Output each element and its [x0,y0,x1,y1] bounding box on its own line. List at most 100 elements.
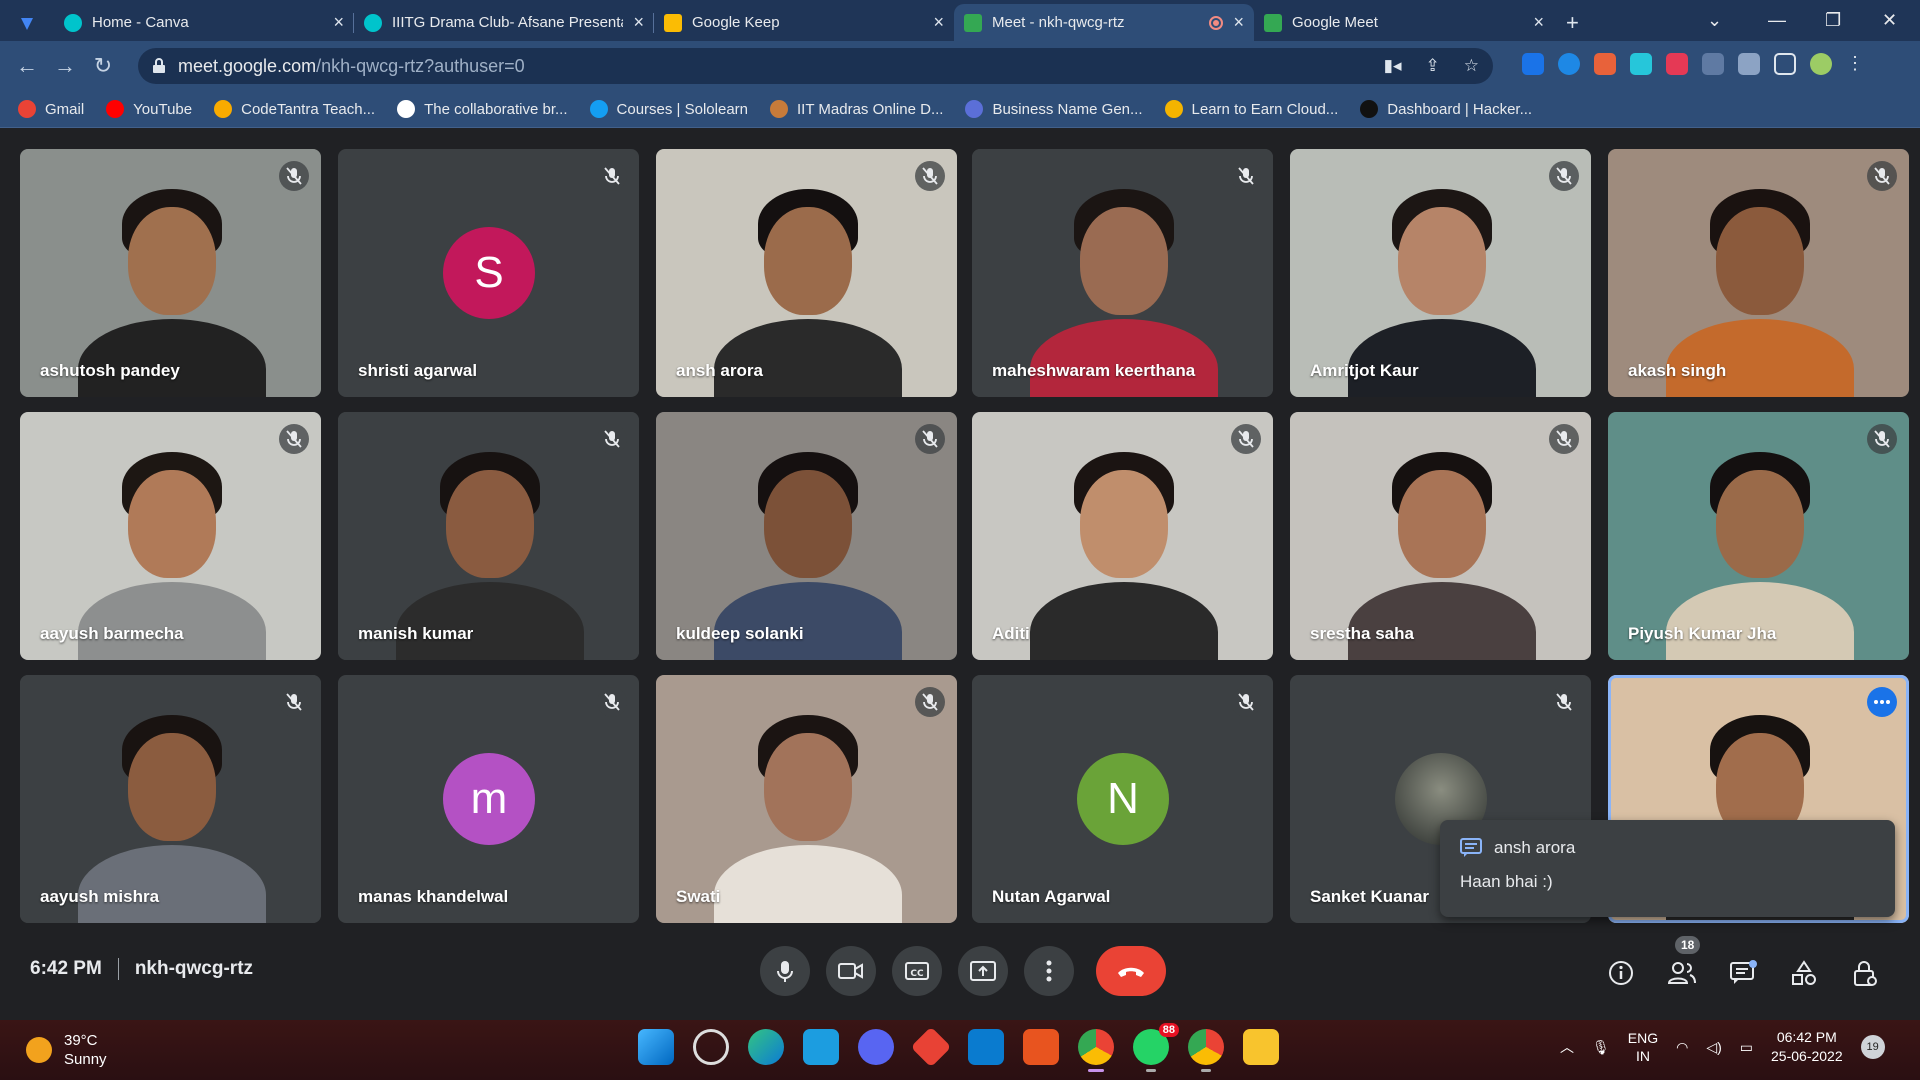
tab-meet-active[interactable]: Meet - nkh-qwcg-rtz × [954,4,1254,41]
windows-start-icon[interactable] [638,1029,674,1065]
participant-tile[interactable]: Swati [656,675,957,923]
bookmark-item[interactable]: Gmail [18,100,84,118]
participant-tile[interactable]: aayush barmecha [20,412,321,660]
chrome-profile-icon[interactable] [1188,1029,1224,1072]
participant-tile[interactable]: kuldeep solanki [656,412,957,660]
close-window-icon[interactable]: ✕ [1882,0,1897,41]
participant-tile[interactable]: m manas khandelwal [338,675,639,923]
file-explorer-icon[interactable] [1243,1029,1279,1065]
participant-video [1608,149,1909,397]
notification-badge[interactable]: 19 [1860,1035,1885,1059]
edge-icon[interactable] [748,1029,784,1065]
restore-icon[interactable]: ❐ [1825,0,1841,41]
tab-search-app[interactable] [0,4,54,41]
side-panel-icon[interactable] [1774,53,1796,75]
tab-title: Meet - nkh-qwcg-rtz [992,14,1125,31]
chrome-icon[interactable] [1078,1029,1114,1072]
vscode-icon[interactable] [968,1029,1004,1065]
bookmark-item[interactable]: Courses | Sololearn [589,100,748,118]
chat-message-popup[interactable]: ansh arora Haan bhai :) [1440,820,1895,917]
people-button[interactable]: 18 [1667,936,1701,988]
bookmark-item[interactable]: The collaborative br... [397,100,568,118]
office-icon[interactable] [1023,1029,1059,1065]
tab-search-chevron-icon[interactable]: ⌄ [1707,0,1722,41]
meeting-info-button[interactable] [1606,958,1636,988]
more-options-button[interactable] [1024,946,1074,996]
bookmark-label: Business Name Gen... [992,100,1143,118]
extensions-puzzle-icon[interactable] [1738,53,1760,75]
wifi-icon[interactable]: ◠ [1676,1039,1688,1056]
close-tab-icon[interactable]: × [333,12,344,33]
cortana-icon[interactable] [693,1029,729,1065]
bookmark-item[interactable]: Learn to Earn Cloud... [1164,100,1338,118]
people-icon [1667,962,1696,984]
meeting-details: 6:42 PM nkh-qwcg-rtz [30,958,253,980]
bookmark-item[interactable]: Dashboard | Hacker... [1360,100,1532,118]
activities-button[interactable] [1789,958,1819,988]
participant-tile[interactable]: ashutosh pandey [20,149,321,397]
extension-pen-icon[interactable] [1630,53,1652,75]
gem-icon [21,17,33,30]
participant-tile[interactable]: maheshwaram keerthana [972,149,1273,397]
participant-tile[interactable]: N Nutan Agarwal [972,675,1273,923]
extension-clipboard-icon[interactable] [1702,53,1724,75]
extension-screencastify-icon[interactable] [1558,53,1580,75]
forward-icon[interactable]: → [46,53,84,79]
tray-microphone-icon[interactable]: 🎙 [1592,1039,1610,1056]
bookmark-item[interactable]: Business Name Gen... [965,100,1143,118]
participant-tile[interactable]: Aditi [972,412,1273,660]
close-tab-icon[interactable]: × [1533,12,1544,33]
bookmark-star-icon[interactable]: ☆ [1464,56,1479,76]
extension-bookmark-icon[interactable] [1666,53,1688,75]
camera-button[interactable] [826,946,876,996]
participant-tile[interactable]: ansh arora [656,149,957,397]
desktop-monitor-icon[interactable] [803,1029,839,1065]
volume-icon[interactable]: ◁) [1706,1039,1721,1056]
close-tab-icon[interactable]: × [933,12,944,33]
new-tab-button[interactable]: + [1554,4,1591,41]
participant-tile[interactable]: srestha saha [1290,412,1591,660]
participant-name: ashutosh pandey [40,361,180,380]
bookmark-item[interactable]: CodeTantra Teach... [214,100,375,118]
tab-google-meet[interactable]: Google Meet × [1254,4,1554,41]
microphone-button[interactable] [760,946,810,996]
share-icon[interactable]: ⇪ [1426,56,1440,76]
browser-menu-icon[interactable]: ⋮ [1846,53,1864,75]
system-clock[interactable]: 06:42 PM 25-06-2022 [1771,1028,1843,1066]
weather-widget[interactable]: 39°C Sunny [26,1031,107,1069]
git-icon[interactable] [910,1026,952,1068]
participant-tile[interactable]: aayush mishra [20,675,321,923]
present-screen-button[interactable] [958,946,1008,996]
participant-tile[interactable]: akash singh [1608,149,1909,397]
tile-options-icon[interactable] [1867,687,1897,717]
tab-canva-home[interactable]: Home - Canva × [54,4,354,41]
bookmark-item[interactable]: IIT Madras Online D... [770,100,943,118]
close-tab-icon[interactable]: × [633,12,644,33]
discord-icon[interactable] [858,1029,894,1065]
participant-tile[interactable]: Sshristi agarwal [338,149,639,397]
tab-google-keep[interactable]: Google Keep × [654,4,954,41]
close-tab-icon[interactable]: × [1233,12,1244,33]
participant-tile[interactable]: Piyush Kumar Jha [1608,412,1909,660]
participant-video [338,412,639,660]
chevron-up-icon[interactable]: ︿ [1560,1037,1574,1057]
reload-icon[interactable]: ↻ [84,53,122,79]
back-icon[interactable]: ← [8,53,46,79]
chat-button[interactable] [1728,958,1758,988]
bookmark-item[interactable]: YouTube [106,100,192,118]
profile-avatar[interactable] [1810,53,1832,75]
participant-tile[interactable]: Amritjot Kaur [1290,149,1591,397]
participant-tile[interactable]: manish kumar [338,412,639,660]
camera-permission-icon[interactable]: ▮◂ [1384,56,1402,76]
battery-icon[interactable]: ▭ [1740,1039,1753,1056]
whatsapp-icon[interactable]: 88 [1133,1023,1179,1072]
extension-gem-icon[interactable] [1522,53,1544,75]
extension-todo-icon[interactable] [1594,53,1616,75]
host-controls-button[interactable] [1850,958,1880,988]
captions-button[interactable]: CC [892,946,942,996]
tab-canva-drama-club[interactable]: IIITG Drama Club- Afsane Presenta × [354,4,654,41]
leave-call-button[interactable] [1096,946,1166,996]
language-indicator[interactable]: ENG IN [1628,1029,1658,1065]
address-bar[interactable]: meet.google.com/nkh-qwcg-rtz?authuser=0 … [138,48,1493,84]
minimize-icon[interactable]: — [1768,0,1786,41]
